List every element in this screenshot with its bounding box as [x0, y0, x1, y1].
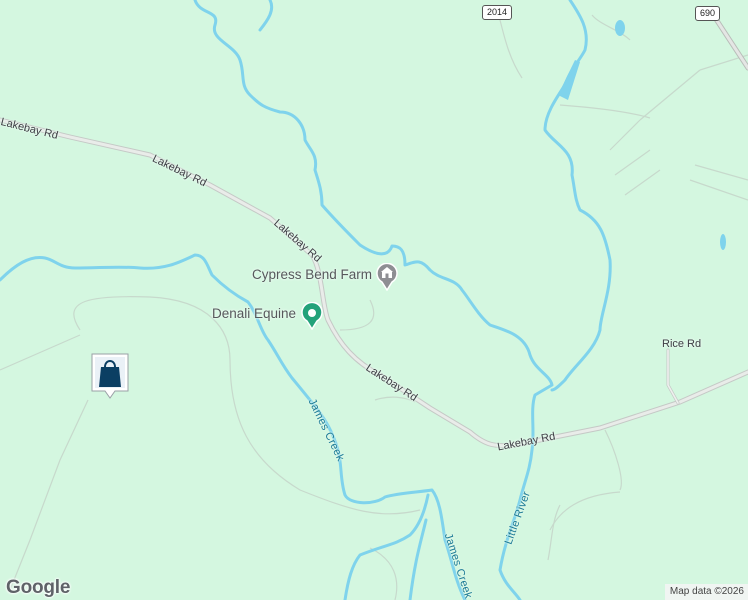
- equine-icon[interactable]: [301, 301, 323, 331]
- poi-label-cypress-bend-farm[interactable]: Cypress Bend Farm: [252, 267, 372, 282]
- road-label-rice: Rice Rd: [662, 338, 702, 350]
- listing-marker[interactable]: [91, 353, 129, 401]
- map-base-layer: [0, 0, 748, 600]
- minor-tracks: [0, 14, 748, 600]
- map-canvas[interactable]: Lakebay Rd Lakebay Rd Lakebay Rd Lakebay…: [0, 0, 748, 600]
- map-attribution[interactable]: Map data ©2026: [664, 584, 748, 600]
- route-shield-690: 690: [695, 6, 721, 21]
- poi-label-denali-equine[interactable]: Denali Equine: [212, 306, 296, 321]
- route-shield-2014: 2014: [482, 5, 513, 20]
- google-logo: Google: [6, 577, 71, 598]
- shopping-bag-icon: [91, 353, 129, 399]
- farm-icon[interactable]: [376, 262, 398, 292]
